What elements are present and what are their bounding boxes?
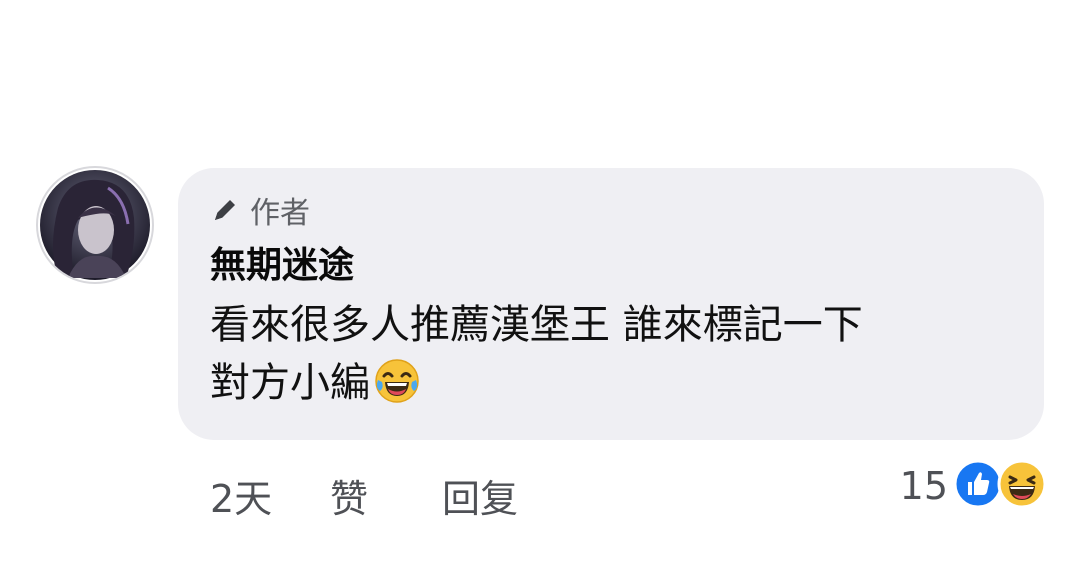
comment-text: 看來很多人推薦漢堡王 誰來標記一下 對方小編 [210, 296, 1010, 420]
author-badge-label: 作者 [250, 196, 310, 231]
avatar-image [40, 170, 150, 280]
haha-reaction-icon [996, 458, 1048, 514]
avatar[interactable] [36, 166, 154, 284]
comment-timestamp[interactable]: 2天 [210, 468, 330, 523]
comment-author-name[interactable]: 無期迷途 [210, 236, 354, 288]
comment-actions: 2天 赞 回复 [210, 468, 518, 523]
reaction-count: 15 [899, 464, 948, 508]
reply-button[interactable]: 回复 [442, 468, 518, 523]
comment-text-line: 看來很多人推薦漢堡王 誰來標記一下 [210, 302, 863, 348]
pencil-icon [215, 200, 235, 220]
comment-text-fragment: 對方小編 [210, 360, 370, 406]
laughing-tears-emoji-icon [374, 358, 420, 420]
reaction-summary[interactable]: 15 [900, 458, 1048, 514]
author-badge: 作者 [210, 188, 310, 232]
comment-text-line-2: 對方小編 [210, 354, 1010, 420]
like-button[interactable]: 赞 [330, 468, 442, 523]
